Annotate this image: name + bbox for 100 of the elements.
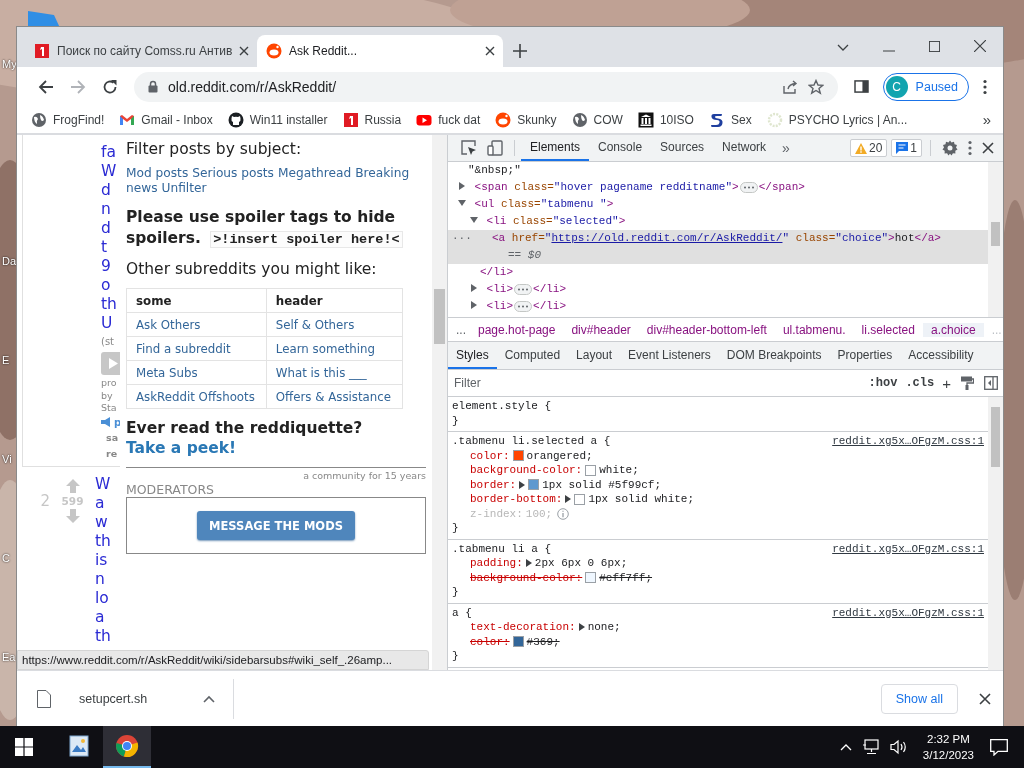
plus-icon[interactable] xyxy=(513,44,527,58)
bookmark[interactable]: Gmail - Inbox xyxy=(119,111,213,128)
desktop-icon-label[interactable]: Da xyxy=(2,255,17,267)
bookmark[interactable]: Sex xyxy=(708,111,752,128)
side-panel-icon[interactable] xyxy=(853,80,869,93)
css-property-name[interactable]: border: xyxy=(470,477,517,492)
styles-pane-tab[interactable]: Properties xyxy=(829,342,901,369)
dom-node-row[interactable]: ··· <a href="https://old.reddit.com/r/AskReddit/" class="choice">hot</a> == $0 xyxy=(448,230,988,264)
new-rule-button[interactable]: + xyxy=(938,374,955,392)
subreddit-link[interactable]: Offers & Assistance xyxy=(275,389,392,404)
ellipsis-icon[interactable] xyxy=(739,181,758,193)
expand-triangle-icon[interactable] xyxy=(565,495,572,504)
subreddit-link[interactable]: Learn something xyxy=(275,341,375,356)
css-property-name[interactable]: padding: xyxy=(470,556,523,571)
more-tabs-button[interactable]: » xyxy=(775,140,797,156)
styles-pane-tab[interactable]: Styles xyxy=(448,342,497,369)
more-options-icon[interactable] xyxy=(968,140,972,156)
dom-node-row[interactable]: </li> xyxy=(448,264,988,281)
post-title-fragment[interactable]: is xyxy=(95,551,108,570)
device-toolbar-icon[interactable] xyxy=(487,140,503,156)
filter-link[interactable]: Serious posts xyxy=(192,166,274,181)
chevron-up-icon[interactable] xyxy=(839,743,852,751)
css-property-value[interactable]: 2px 6px 0 6px; xyxy=(534,556,628,571)
messages-badge[interactable]: 1 xyxy=(891,139,922,157)
post-title-fragment[interactable]: d xyxy=(101,219,111,238)
bookmark[interactable]: FrogFind! xyxy=(31,111,105,128)
css-property-value[interactable]: none; xyxy=(587,620,621,635)
post-title-fragment[interactable]: fa xyxy=(101,143,116,162)
subreddit-link[interactable]: AskReddit Offshoots xyxy=(136,389,255,404)
browser-tab[interactable]: Ask Reddit... xyxy=(257,35,503,67)
disclosure-triangle-icon[interactable] xyxy=(458,182,466,190)
styles-pane-tab[interactable]: Computed xyxy=(496,342,569,369)
expand-triangle-icon[interactable] xyxy=(578,623,585,632)
close-icon[interactable] xyxy=(982,142,994,154)
subreddit-link[interactable]: Meta Subs xyxy=(136,365,198,380)
devtools-tab[interactable]: Console xyxy=(589,135,652,161)
css-property-name[interactable]: background-color: xyxy=(470,570,583,585)
bookmark[interactable]: PSYCHO Lyrics | An... xyxy=(766,111,908,128)
color-swatch[interactable] xyxy=(574,493,586,505)
breadcrumb[interactable]: li.selected xyxy=(853,322,923,337)
filter-link[interactable]: Megathread xyxy=(278,166,352,181)
css-property-value[interactable]: white; xyxy=(599,463,639,478)
star-icon[interactable] xyxy=(807,78,824,95)
css-property-value[interactable]: #369; xyxy=(526,634,560,649)
css-property-name[interactable]: color: xyxy=(470,448,510,463)
devtools-tab[interactable]: Sources xyxy=(651,135,714,161)
windows-logo-icon[interactable] xyxy=(15,738,33,756)
clock-date[interactable]: 3/12/2023 xyxy=(922,747,974,763)
css-property-name[interactable]: color: xyxy=(470,634,510,649)
expand-triangle-icon[interactable] xyxy=(519,480,526,489)
desktop-icon-label[interactable]: E xyxy=(2,354,10,366)
notification-icon[interactable] xyxy=(990,738,1008,756)
post-title-fragment[interactable]: W xyxy=(95,475,111,494)
color-swatch[interactable] xyxy=(512,450,524,462)
css-property-name[interactable]: border-bottom: xyxy=(470,492,563,507)
post-title-fragment[interactable]: th xyxy=(101,295,117,314)
post-title-fragment[interactable]: th xyxy=(95,627,111,646)
color-swatch[interactable] xyxy=(528,479,540,491)
subreddit-link[interactable]: Find a subreddit xyxy=(136,341,231,356)
bookmark[interactable]: Russia xyxy=(342,111,402,128)
ellipsis-icon[interactable] xyxy=(514,300,533,312)
browser-tab[interactable]: Поиск по сайту Comss.ru Антив xyxy=(25,35,257,67)
dom-node-row[interactable]: <span class="hover pagename redditname"> </span> xyxy=(448,179,988,196)
expand-triangle-icon[interactable] xyxy=(525,559,532,568)
chevron-down-icon[interactable] xyxy=(837,44,849,52)
post-title-fragment[interactable]: w xyxy=(95,513,108,532)
styles-pane-tab[interactable]: DOM Breakpoints xyxy=(718,342,830,369)
css-property-name[interactable]: background-color: xyxy=(470,463,583,478)
settings-icon[interactable] xyxy=(942,140,958,156)
profile-button[interactable]: C Paused xyxy=(882,72,969,101)
sidebar-toggle-icon[interactable] xyxy=(984,376,998,390)
taskbar-app[interactable] xyxy=(103,726,151,768)
scroll-left-button[interactable]: ... xyxy=(448,322,470,337)
back-arrow-icon[interactable] xyxy=(38,78,54,95)
dom-node-row[interactable]: <li> </li> xyxy=(448,298,988,315)
download-filename[interactable]: setupcert.sh xyxy=(79,691,148,706)
filter-link[interactable]: Breaking xyxy=(355,166,410,181)
styles-pane-tab[interactable]: Accessibility xyxy=(900,342,982,369)
color-swatch[interactable] xyxy=(585,464,597,476)
css-property-value[interactable]: 1px solid #5f99cf; xyxy=(542,477,662,492)
post-title-fragment[interactable]: th xyxy=(95,532,111,551)
scrollbar[interactable] xyxy=(988,162,1003,317)
network-icon[interactable] xyxy=(861,739,880,755)
message-mods-button[interactable]: MESSAGE THE MODS xyxy=(197,511,355,540)
post-action-link[interactable]: sa xyxy=(101,429,119,446)
warnings-badge[interactable]: 20 xyxy=(849,139,888,157)
post-title-fragment[interactable]: o xyxy=(101,276,111,295)
post-action-link[interactable]: re xyxy=(101,445,118,462)
toggle-state-button[interactable]: :hov xyxy=(864,376,902,390)
speaker-icon[interactable] xyxy=(889,739,908,755)
reddiquette-link[interactable]: Take a peek! xyxy=(126,439,237,457)
stylesheet-link[interactable]: reddit.xg5x…OFgzM.css:1 xyxy=(832,605,984,620)
maximize-icon[interactable] xyxy=(929,41,940,52)
devtools-tab[interactable]: Network xyxy=(713,135,776,161)
dom-node-row[interactable]: <ul class="tabmenu "> xyxy=(448,196,988,213)
filter-link[interactable]: Unfilter xyxy=(161,181,207,196)
stylesheet-link[interactable]: reddit.xg5x…OFgzM.css:1 xyxy=(832,434,984,449)
breadcrumb[interactable]: ul.tabmenu. xyxy=(774,322,854,337)
css-property-value[interactable]: 1px solid white; xyxy=(588,492,695,507)
disclosure-triangle-icon[interactable] xyxy=(470,301,478,309)
